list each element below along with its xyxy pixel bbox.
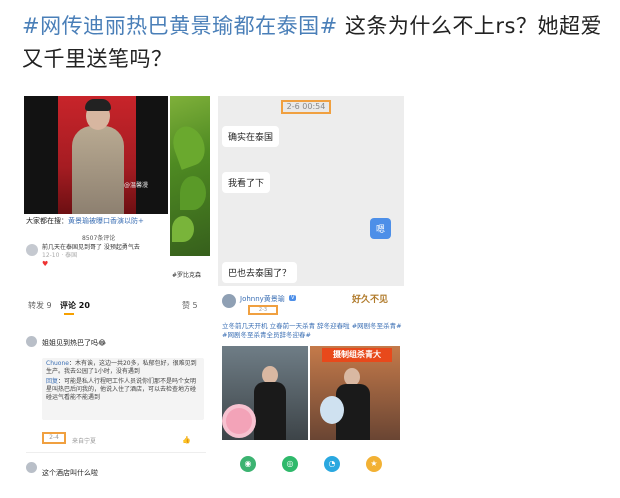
reply-text: 可能是私人行程吧工作人员说你们那不是吗个女明星叫热巴后问我的，他说入住了酒店，可… (46, 378, 197, 401)
leaf-shape (172, 216, 194, 242)
avatar[interactable] (222, 294, 236, 308)
bouquet (320, 396, 344, 424)
reply-text: 木有诶，这边一共20多，私郁包好，很难见到生产。我去公园了1小时，没有遇到 (46, 360, 197, 375)
comment-date: 2-4 (42, 432, 66, 444)
tab-underline (64, 313, 74, 315)
post-text: #网传迪丽热巴黄景瑜都在泰国# 这条为什么不上rs？她超爱又千里送笔吗？ (22, 10, 602, 76)
avatar[interactable] (26, 462, 37, 473)
plant-tag: #罗比克森 (172, 272, 202, 279)
post-text: 立冬前几天开机 立春前一天杀青 辞冬迎春啦 #网剧冬至杀青# #网剧冬至杀青全员… (222, 322, 402, 339)
qq-icon[interactable]: ◔ (324, 456, 340, 472)
username[interactable]: Johnny黄景瑜 (240, 294, 285, 304)
comment-location: 来自宁夏 (72, 438, 97, 445)
plant-thumbnail[interactable] (168, 96, 210, 256)
tab-like[interactable]: 赞 5 (182, 300, 198, 311)
avatar[interactable] (26, 336, 37, 347)
leaf-shape (168, 122, 210, 170)
flower-decoration (226, 408, 252, 434)
screenshot-douyin-post: @温馨漫 大家都在搜：黄景瑜被曝口香演以防+ 8507条评论 前几天在泰国见到哥… (22, 96, 210, 286)
avatar[interactable] (26, 244, 38, 256)
divider (26, 452, 206, 453)
chat-bubble: 我看了下 (222, 172, 271, 193)
caption-link[interactable]: 黄景瑜被曝口香演以防+ (68, 217, 144, 225)
moments-icon[interactable]: ◎ (282, 456, 298, 472)
crew-banner: 摄制组杀青大 (322, 348, 392, 362)
reply-name[interactable]: 回复 (46, 378, 58, 385)
screenshot-chat: 2-6 00:54 确实在泰国 我看了下 嗯 巴也去泰国了？ (218, 96, 404, 286)
search-caption: 大家都在搜：黄景瑜被曝口香演以防+ (26, 216, 168, 226)
watermark: @温馨漫 (124, 182, 149, 189)
comment-meta: 12-10 · 泰国 (42, 252, 78, 259)
chat-bubble: 确实在泰国 (222, 126, 280, 147)
comment-text: 这个酒店叫什么啦 (42, 469, 98, 477)
post-hashtag[interactable]: #网传迪丽热巴黄景瑜都在泰国# (22, 14, 338, 38)
like-icon[interactable]: 👍 (182, 436, 191, 444)
comment: 前几天在泰国见到哥了 没预起勇气去 12-10 · 泰国 ♥ (42, 244, 168, 269)
heart-icon[interactable]: ♥ (42, 260, 48, 268)
caption-prefix: 大家都在搜： (26, 217, 68, 225)
reply-name[interactable]: Chuone (46, 360, 69, 367)
chat-bubble: 巴也去泰国了？ (222, 262, 298, 283)
video-thumbnail[interactable]: @温馨漫 (24, 96, 168, 214)
drama-logo: 好久不见 (352, 295, 389, 305)
leaf-shape (180, 176, 206, 210)
comment-tabs: 转发 9 评论 20 赞 5 (26, 300, 210, 316)
screenshot-weibo-profile-post: Johnny黄景瑜 V 2-3 好久不见 立冬前几天开机 立春前一天杀青 辞冬迎… (218, 288, 404, 490)
person-suit (72, 126, 124, 214)
tab-repost[interactable]: 转发 9 (28, 300, 52, 311)
tab-comment[interactable]: 评论 20 (60, 300, 90, 311)
chat-bubble-self: 嗯 (370, 218, 392, 239)
reply-box[interactable]: Chuone：木有诶，这边一共20多，私郁包好，很难见到生产。我去公园了1小时，… (42, 358, 204, 420)
verified-badge: V (289, 295, 297, 301)
wechat-icon[interactable]: ◉ (240, 456, 256, 472)
person-body (254, 382, 286, 440)
post-date: 2-3 (248, 305, 278, 315)
chat-timestamp: 2-6 00:54 (281, 100, 331, 114)
screenshot-weibo-comments: 转发 9 评论 20 赞 5 姐姐见到热巴了吗😂 Chuone：木有诶，这边一共… (22, 296, 210, 490)
comment-text: 前几天在泰国见到哥了 没预起勇气去 (42, 244, 140, 251)
person-hair (85, 99, 111, 111)
qzone-icon[interactable]: ★ (366, 456, 382, 472)
comment-count: 8507条评论 (82, 235, 116, 242)
share-bar: ◉ ◎ ◔ ★ (218, 448, 404, 484)
comment-text: 姐姐见到热巴了吗😂 (42, 339, 107, 347)
